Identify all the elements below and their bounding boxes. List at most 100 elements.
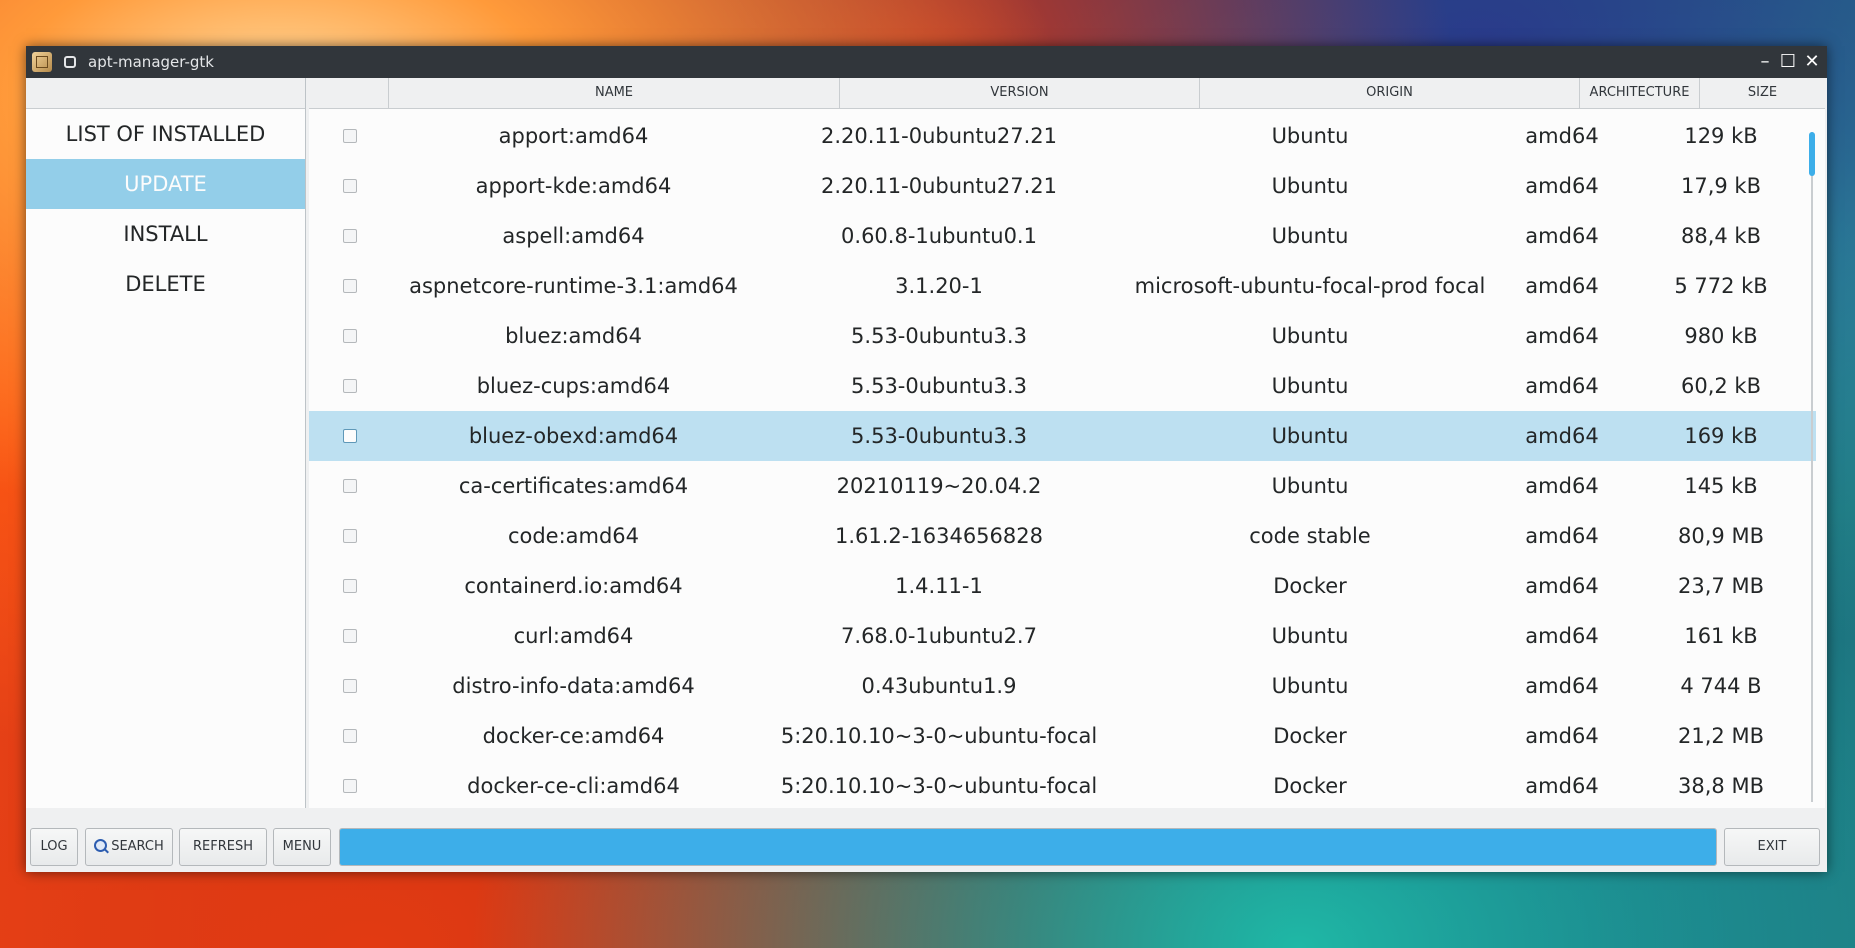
sidebar-item-install[interactable]: INSTALL: [26, 209, 305, 259]
scrollbar-thumb[interactable]: [1809, 132, 1815, 176]
cell-size: 129 kB: [1684, 124, 1758, 148]
header-origin[interactable]: ORIGIN: [1200, 78, 1580, 108]
cell-name: docker-ce-cli:amd64: [467, 774, 680, 798]
row-checkbox[interactable]: [343, 679, 357, 693]
row-checkbox[interactable]: [343, 629, 357, 643]
title-bar[interactable]: apt-manager-gtk – ☐ ✕: [26, 46, 1827, 78]
table-row[interactable]: apport:amd64 2.20.11-0ubuntu27.21 Ubuntu am…: [309, 111, 1816, 161]
refresh-button-label: REFRESH: [193, 839, 253, 854]
cell-size: 17,9 kB: [1680, 174, 1761, 198]
menu-button[interactable]: MENU: [273, 828, 331, 866]
cell-name: aspnetcore-runtime-3.1:amd64: [409, 274, 738, 298]
cell-architecture: amd64: [1525, 224, 1599, 248]
row-checkbox[interactable]: [343, 129, 357, 143]
row-checkbox[interactable]: [343, 479, 357, 493]
refresh-button[interactable]: REFRESH: [179, 828, 267, 866]
cell-origin: Ubuntu: [1271, 224, 1349, 248]
cell-name: docker-ce:amd64: [482, 724, 665, 748]
table-row[interactable]: distro-info-data:amd64 0.43ubuntu1.9 Ubunt…: [309, 661, 1816, 711]
cell-origin: code stable: [1249, 524, 1371, 548]
table-row[interactable]: apport-kde:amd64 2.20.11-0ubuntu27.21 Ubun…: [309, 161, 1816, 211]
header-architecture[interactable]: ARCHITECTURE: [1580, 78, 1700, 108]
cell-name: apport:amd64: [498, 124, 649, 148]
header-checkbox-column[interactable]: [309, 78, 389, 108]
table-row[interactable]: aspnetcore-runtime-3.1:amd64 3.1.20-1 micr…: [309, 261, 1816, 311]
scrollbar-track[interactable]: [1811, 132, 1813, 802]
sidebar-list: LIST OF INSTALLED UPDATE INSTALL DELETE: [26, 109, 305, 309]
cell-version: 5.53-0ubuntu3.3: [851, 424, 1027, 448]
cell-architecture: amd64: [1525, 524, 1599, 548]
table-body[interactable]: apport:amd64 2.20.11-0ubuntu27.21 Ubuntu am…: [309, 109, 1816, 808]
row-checkbox[interactable]: [343, 379, 357, 393]
cell-origin: Ubuntu: [1271, 674, 1349, 698]
close-button[interactable]: ✕: [1800, 49, 1824, 75]
table-row[interactable]: bluez-obexd:amd64 5.53-0ubuntu3.3 Ubuntu am…: [309, 411, 1816, 461]
row-checkbox[interactable]: [343, 179, 357, 193]
cell-architecture: amd64: [1525, 424, 1599, 448]
table-row[interactable]: bluez-cups:amd64 5.53-0ubuntu3.3 Ubuntu amd…: [309, 361, 1816, 411]
log-button[interactable]: LOG: [30, 828, 78, 866]
sidebar-item-list-of-installed[interactable]: LIST OF INSTALLED: [26, 109, 305, 159]
cell-size: 161 kB: [1684, 624, 1758, 648]
cell-name: ca-certificates:amd64: [458, 474, 689, 498]
header-version[interactable]: VERSION: [840, 78, 1200, 108]
cell-origin: Docker: [1273, 724, 1347, 748]
header-size[interactable]: SIZE: [1700, 78, 1825, 108]
exit-button[interactable]: EXIT: [1724, 828, 1820, 866]
minimize-button[interactable]: –: [1753, 49, 1777, 75]
package-table: NAME VERSION ORIGIN ARCHITECTURE SIZE ap…: [309, 78, 1825, 808]
cell-architecture: amd64: [1525, 574, 1599, 598]
table-row[interactable]: ca-certificates:amd64 20210119~20.04.2 Ubu…: [309, 461, 1816, 511]
cell-version: 1.4.11-1: [895, 574, 983, 598]
table-row[interactable]: docker-ce-cli:amd64 5:20.10.10~3-0~ubuntu…: [309, 761, 1816, 808]
row-checkbox[interactable]: [343, 779, 357, 793]
cell-size: 980 kB: [1684, 324, 1758, 348]
row-checkbox[interactable]: [343, 579, 357, 593]
sidebar-item-delete[interactable]: DELETE: [26, 259, 305, 309]
cell-version: 0.43ubuntu1.9: [861, 674, 1017, 698]
table-row[interactable]: docker-ce:amd64 5:20.10.10~3-0~ubuntu-foc…: [309, 711, 1816, 761]
header-name[interactable]: NAME: [389, 78, 840, 108]
cell-architecture: amd64: [1525, 174, 1599, 198]
cell-origin: microsoft-ubuntu-focal-prod focal: [1134, 274, 1486, 298]
cell-name: code:amd64: [507, 524, 640, 548]
table-row[interactable]: bluez:amd64 5.53-0ubuntu3.3 Ubuntu amd64 980…: [309, 311, 1816, 361]
keep-above-icon[interactable]: [64, 56, 76, 68]
main-window: apt-manager-gtk – ☐ ✕ LIST OF INSTALLED U…: [26, 46, 1827, 872]
table-row[interactable]: containerd.io:amd64 1.4.11-1 Docker amd64 23…: [309, 561, 1816, 611]
cell-name: curl:amd64: [513, 624, 634, 648]
vertical-scrollbar[interactable]: [1808, 132, 1816, 802]
row-checkbox[interactable]: [343, 429, 357, 443]
cell-name: containerd.io:amd64: [464, 574, 683, 598]
cell-version: 5.53-0ubuntu3.3: [851, 324, 1027, 348]
row-checkbox[interactable]: [343, 279, 357, 293]
row-checkbox[interactable]: [343, 529, 357, 543]
row-checkbox[interactable]: [343, 229, 357, 243]
cell-name: distro-info-data:amd64: [452, 674, 695, 698]
search-icon: [94, 839, 108, 852]
cell-architecture: amd64: [1525, 674, 1599, 698]
cell-version: 5.53-0ubuntu3.3: [851, 374, 1027, 398]
cell-origin: Ubuntu: [1271, 124, 1349, 148]
cell-size: 88,4 kB: [1680, 224, 1761, 248]
cell-version: 5:20.10.10~3-0~ubuntu-focal: [780, 774, 1098, 798]
sidebar-item-update[interactable]: UPDATE: [26, 159, 305, 209]
row-checkbox[interactable]: [343, 329, 357, 343]
cell-version: 0.60.8-1ubuntu0.1: [841, 224, 1037, 248]
cell-name: apport-kde:amd64: [475, 174, 672, 198]
cell-name: bluez-cups:amd64: [476, 374, 671, 398]
cell-size: 4 744 B: [1680, 674, 1762, 698]
table-row[interactable]: code:amd64 1.61.2-1634656828 code stable am…: [309, 511, 1816, 561]
window-title: apt-manager-gtk: [88, 53, 214, 71]
table-header: NAME VERSION ORIGIN ARCHITECTURE SIZE: [309, 78, 1825, 109]
table-row[interactable]: aspell:amd64 0.60.8-1ubuntu0.1 Ubuntu amd64…: [309, 211, 1816, 261]
maximize-button[interactable]: ☐: [1776, 49, 1800, 75]
table-row[interactable]: curl:amd64 7.68.0-1ubuntu2.7 Ubuntu amd64 16…: [309, 611, 1816, 661]
cell-size: 38,8 MB: [1678, 774, 1764, 798]
search-button[interactable]: SEARCH: [85, 828, 173, 866]
cell-name: bluez:amd64: [505, 324, 642, 348]
cell-architecture: amd64: [1525, 374, 1599, 398]
cell-architecture: amd64: [1525, 124, 1599, 148]
bottom-toolbar: LOG SEARCH REFRESH MENU EXIT: [26, 822, 1827, 872]
row-checkbox[interactable]: [343, 729, 357, 743]
